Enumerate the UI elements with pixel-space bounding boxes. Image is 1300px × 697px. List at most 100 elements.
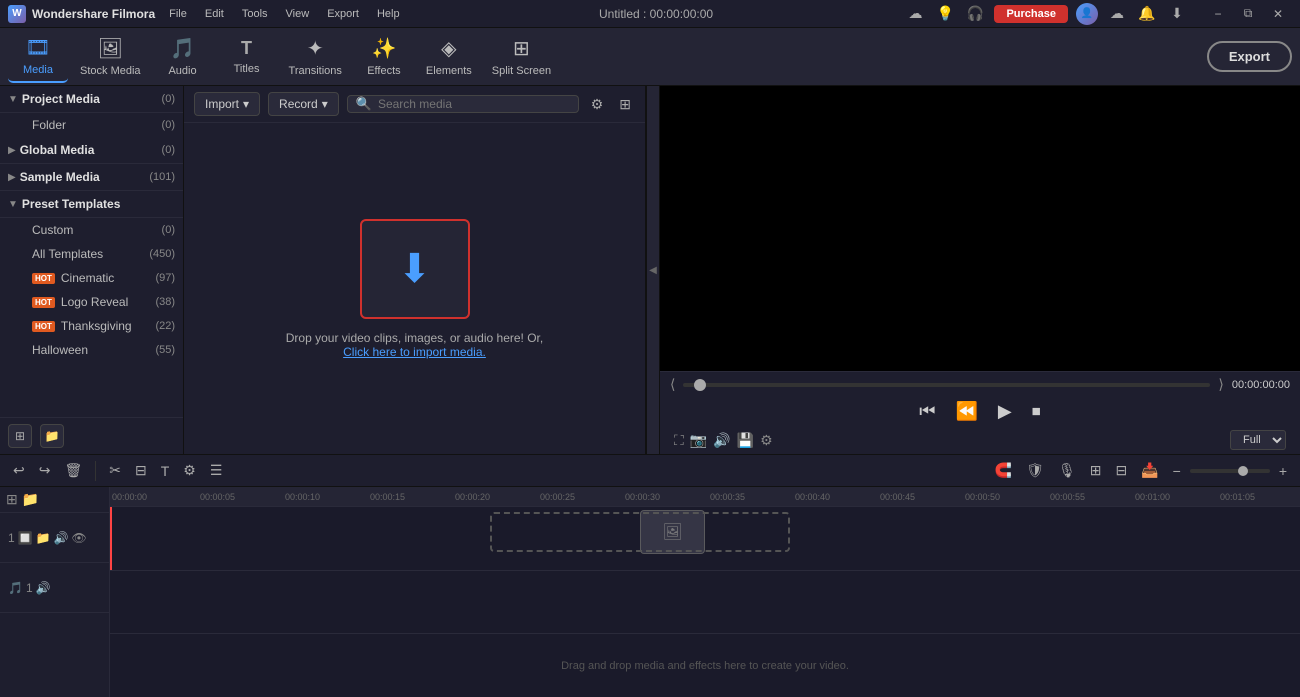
menu-file[interactable]: File xyxy=(161,6,195,22)
audio-preview-icon[interactable]: 🔊 xyxy=(713,432,730,449)
snapshot-icon[interactable]: 📷 xyxy=(690,432,707,449)
video-track-header: 1 🔲 📁 🔊 👁 xyxy=(0,513,109,563)
adjust-button[interactable]: ⚙ xyxy=(178,459,201,482)
play-button[interactable]: ▶ xyxy=(998,401,1012,422)
project-media-header[interactable]: ▼ Project Media xyxy=(8,92,100,106)
avatar[interactable]: 👤 xyxy=(1076,3,1098,25)
drop-zone-timeline[interactable] xyxy=(490,512,790,552)
zoom-in-button[interactable]: + xyxy=(1274,460,1292,482)
grid-icon[interactable]: ⊞ xyxy=(615,94,635,115)
play-to-start-button[interactable]: ⏮ xyxy=(919,401,935,422)
cut-button[interactable]: ✂ xyxy=(104,459,126,482)
undo-button[interactable]: ↩ xyxy=(8,459,30,482)
toolbar-split-screen[interactable]: ⊞ Split Screen xyxy=(484,31,559,83)
toolbar-titles[interactable]: T Titles xyxy=(217,31,277,83)
menu-edit[interactable]: Edit xyxy=(197,6,232,22)
audio-track-area[interactable] xyxy=(110,571,1300,635)
project-media-count: (0) xyxy=(162,93,175,105)
preset-templates-header[interactable]: ▼ Preset Templates xyxy=(8,197,120,211)
menu-tools[interactable]: Tools xyxy=(234,6,276,22)
video-track-area[interactable]: 🖼 xyxy=(110,507,1300,571)
mic-button[interactable]: 🎙 xyxy=(1053,459,1081,482)
delete-button[interactable]: 🗑 xyxy=(59,459,87,482)
add-folder-button[interactable]: ⊞ xyxy=(8,424,32,448)
toolbar-stock-media[interactable]: 🖼 Stock Media xyxy=(72,31,149,83)
collapse-handle[interactable]: ◀ xyxy=(646,86,660,454)
toolbar-transitions[interactable]: ✦ Transitions xyxy=(281,31,350,83)
stop-button[interactable]: ⏹ xyxy=(1032,401,1041,422)
bulb-icon[interactable]: 💡 xyxy=(934,3,956,25)
add-track-icon[interactable]: ⊞ xyxy=(6,491,18,508)
zoom-out-button[interactable]: − xyxy=(1168,460,1186,482)
shield-button[interactable]: 🛡 xyxy=(1021,459,1049,482)
range-end-icon[interactable]: ⟩ xyxy=(1218,376,1223,393)
bell-icon[interactable]: 🔔 xyxy=(1136,3,1158,25)
toolbar-audio[interactable]: 🎵 Audio xyxy=(153,31,213,83)
sidebar-item-folder[interactable]: Folder (0) xyxy=(0,113,183,137)
filter-icon[interactable]: ⚙ xyxy=(587,94,608,115)
purchase-button[interactable]: Purchase xyxy=(994,5,1068,23)
video-audio-icon[interactable]: 🔊 xyxy=(54,531,69,545)
add-media-button[interactable]: 📥 xyxy=(1136,459,1163,482)
menu-help[interactable]: Help xyxy=(369,6,408,22)
audio-vol-icon[interactable]: 🔊 xyxy=(36,581,51,595)
sidebar-item-custom[interactable]: Custom (0) xyxy=(0,218,183,242)
full-screen-icon[interactable]: ⛶ xyxy=(674,432,684,449)
minimize-button[interactable]: − xyxy=(1204,4,1232,24)
video-folder-icon[interactable]: 📁 xyxy=(36,531,51,545)
video-lock-icon[interactable]: 🔲 xyxy=(18,531,33,545)
save-preview-icon[interactable]: 💾 xyxy=(737,432,754,449)
drop-zone[interactable]: ⬇ xyxy=(360,219,470,319)
import-button[interactable]: Import ▾ xyxy=(194,92,260,116)
quality-select[interactable]: Full 1/2 1/4 xyxy=(1230,430,1286,450)
import-link[interactable]: Click here to import media. xyxy=(343,345,486,359)
text-button[interactable]: T xyxy=(156,460,175,482)
search-bar[interactable]: 🔍 xyxy=(347,95,579,113)
preview-slider[interactable] xyxy=(683,383,1210,387)
toolbar-media[interactable]: 🎞 Media xyxy=(8,31,68,83)
sidebar-section-global-media[interactable]: ▶ Global Media (0) xyxy=(0,137,183,164)
cloud-icon[interactable]: ☁ xyxy=(904,3,926,25)
crop-button[interactable]: ⊟ xyxy=(130,459,152,482)
sidebar-item-halloween[interactable]: Halloween (55) xyxy=(0,338,183,362)
zoom-slider[interactable] xyxy=(1190,469,1270,473)
sample-media-count: (101) xyxy=(149,171,175,183)
export-button[interactable]: Export xyxy=(1207,41,1292,72)
cinematic-left: HOT Cinematic xyxy=(32,271,114,285)
video-visibility-icon[interactable]: 👁 xyxy=(72,531,87,545)
menu-export[interactable]: Export xyxy=(319,6,367,22)
sidebar-section-preset-templates[interactable]: ▼ Preset Templates xyxy=(0,191,183,218)
effects-icon: ✨ xyxy=(371,36,396,61)
step-back-button[interactable]: ⏪ xyxy=(955,401,977,422)
sidebar-footer: ⊞ 📁 xyxy=(0,417,183,454)
all-templates-count: (450) xyxy=(149,248,175,260)
sample-media-header[interactable]: ▶ Sample Media xyxy=(8,170,100,184)
redo-button[interactable]: ↪ xyxy=(34,459,56,482)
cloud2-icon[interactable]: ☁ xyxy=(1106,3,1128,25)
global-media-header[interactable]: ▶ Global Media xyxy=(8,143,94,157)
range-start-icon[interactable]: ⟨ xyxy=(670,376,675,393)
snap-button[interactable]: 🧲 xyxy=(990,459,1017,482)
sidebar-item-logo-reveal[interactable]: HOT Logo Reveal (38) xyxy=(0,290,183,314)
sidebar-item-thanksgiving[interactable]: HOT Thanksgiving (22) xyxy=(0,314,183,338)
folder-button[interactable]: 📁 xyxy=(40,424,64,448)
maximize-button[interactable]: ⧉ xyxy=(1234,4,1262,24)
window-controls: − ⧉ ✕ xyxy=(1204,4,1292,24)
toolbar-effects[interactable]: ✨ Effects xyxy=(354,31,414,83)
sidebar-section-sample-media[interactable]: ▶ Sample Media (101) xyxy=(0,164,183,191)
sidebar-item-all-templates[interactable]: All Templates (450) xyxy=(0,242,183,266)
toolbar-elements[interactable]: ◈ Elements xyxy=(418,31,480,83)
search-input[interactable] xyxy=(378,97,570,111)
multi-button[interactable]: ☰ xyxy=(205,459,228,482)
record-button[interactable]: Record ▾ xyxy=(268,92,339,116)
folder-track-icon[interactable]: 📁 xyxy=(22,491,39,508)
menu-view[interactable]: View xyxy=(278,6,318,22)
sidebar-item-cinematic[interactable]: HOT Cinematic (97) xyxy=(0,266,183,290)
close-button[interactable]: ✕ xyxy=(1264,4,1292,24)
layers-button[interactable]: ⊞ xyxy=(1085,459,1107,482)
sidebar-section-project-media[interactable]: ▼ Project Media (0) xyxy=(0,86,183,113)
split-button[interactable]: ⊟ xyxy=(1110,459,1132,482)
download-icon[interactable]: ⬇ xyxy=(1166,3,1188,25)
settings-preview-icon[interactable]: ⚙ xyxy=(760,432,773,449)
headset-icon[interactable]: 🎧 xyxy=(964,3,986,25)
